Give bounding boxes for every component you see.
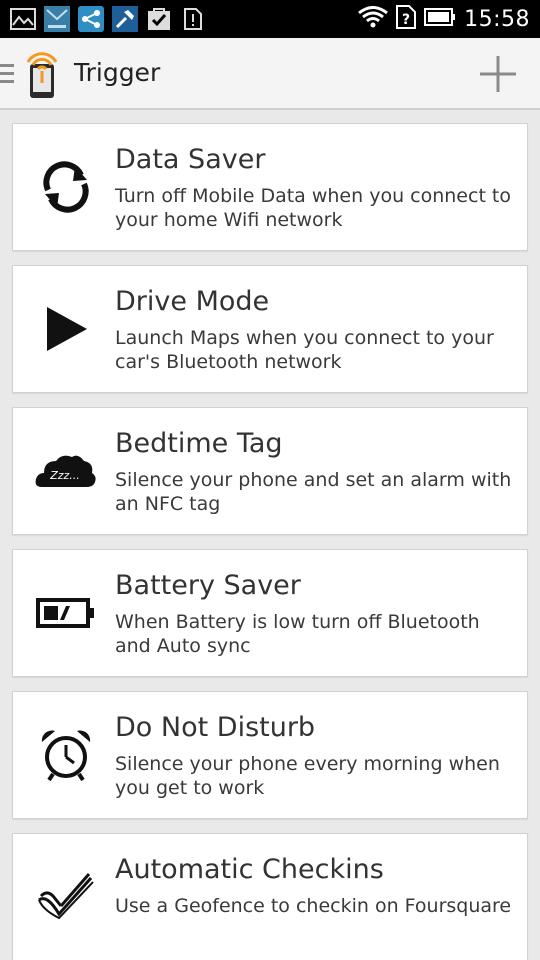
no-sim-icon: ? <box>396 5 417 33</box>
task-description: Turn off Mobile Data when you connect to… <box>115 185 512 231</box>
task-title: Drive Mode <box>115 286 270 317</box>
wifi-icon <box>358 6 389 32</box>
task-description: Silence your phone and set an alarm with… <box>115 469 512 515</box>
list-item[interactable]: Zzz... Bedtime Tag Silence your phone an… <box>12 407 528 535</box>
list-item[interactable]: Battery Saver When Battery is low turn o… <box>12 549 528 677</box>
pin-icon <box>112 6 138 32</box>
task-description: When Battery is low turn off Bluetooth a… <box>115 611 480 657</box>
page-title: Trigger <box>74 58 161 87</box>
plus-icon <box>480 56 516 92</box>
battery-low-icon <box>33 580 99 646</box>
checkin-icon <box>33 864 99 930</box>
share-icon <box>78 6 104 32</box>
task-title: Data Saver <box>115 144 266 175</box>
task-description: Launch Maps when you connect to your car… <box>115 327 494 373</box>
notification-icons <box>10 5 206 33</box>
task-description: Use a Geofence to checkin on Foursquare <box>115 895 512 917</box>
action-bar: Trigger <box>0 38 540 110</box>
trigger-logo-icon[interactable] <box>24 50 60 100</box>
check-bag-icon <box>146 7 172 31</box>
status-bar: ? 15:58 <box>0 0 540 38</box>
task-title: Bedtime Tag <box>115 428 283 459</box>
list-item[interactable]: Do Not Disturb Silence your phone every … <box>12 691 528 819</box>
drawer-toggle-icon[interactable] <box>0 64 14 84</box>
app-icon <box>44 6 70 32</box>
play-icon <box>33 296 99 362</box>
task-title: Do Not Disturb <box>115 712 316 743</box>
alarm-clock-icon <box>33 722 99 788</box>
list-item[interactable]: Drive Mode Launch Maps when you connect … <box>12 265 528 393</box>
list-item[interactable]: Automatic Checkins Use a Geofence to che… <box>12 833 528 960</box>
sleep-cloud-icon: Zzz... <box>33 438 99 504</box>
task-title: Automatic Checkins <box>115 854 384 885</box>
list-item[interactable]: Data Saver Turn off Mobile Data when you… <box>12 123 528 251</box>
system-icons: ? 15:58 <box>358 0 530 38</box>
svg-text:?: ? <box>402 12 410 28</box>
task-title: Battery Saver <box>115 570 301 601</box>
task-description: Silence your phone every morning when yo… <box>115 753 500 799</box>
alert-icon <box>180 7 206 31</box>
clock: 15:58 <box>464 6 530 32</box>
add-trigger-button[interactable] <box>478 54 518 94</box>
trigger-list: Data Saver Turn off Mobile Data when you… <box>0 110 540 960</box>
battery-icon <box>424 7 456 31</box>
sync-icon <box>33 154 99 220</box>
gallery-icon <box>10 7 36 31</box>
sleep-cloud-label: Zzz... <box>49 469 80 482</box>
